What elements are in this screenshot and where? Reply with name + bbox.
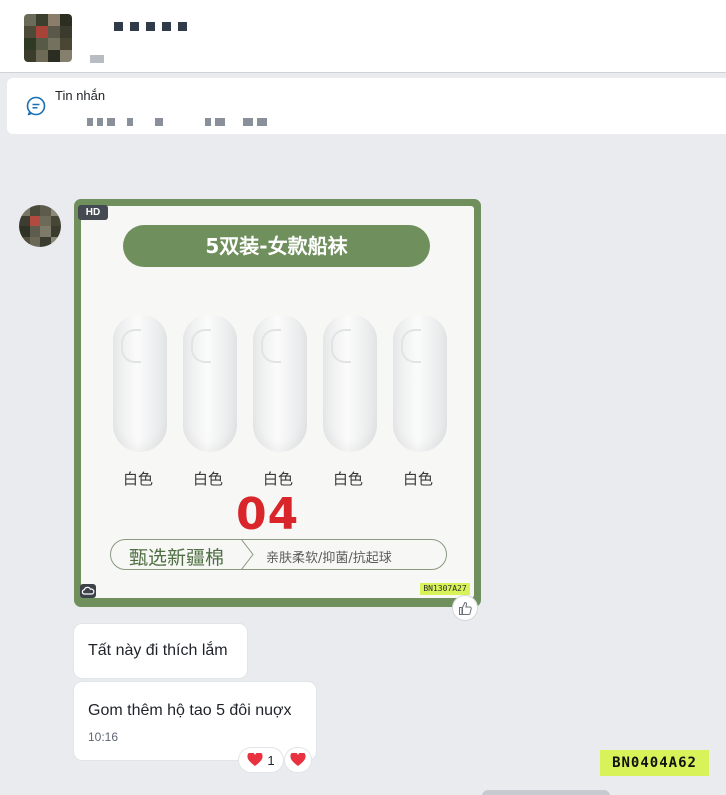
feature-banner: 甄选新疆棉 亲肤柔软/抑菌/抗起球 <box>110 539 447 570</box>
watermark-code: BN0404A62 <box>600 750 709 776</box>
product-image[interactable]: 5双装-女款船袜 白色 白色 白色 白色 白色 04 甄选新疆棉 亲肤柔软/抑菌… <box>81 206 474 598</box>
heart-icon <box>290 753 306 766</box>
pinned-title: Tin nhắn <box>55 88 106 103</box>
sock-label: 白色 <box>402 470 433 488</box>
sock-image <box>323 315 377 452</box>
sock-label: 白色 <box>122 470 153 488</box>
message-bubble[interactable]: Tất này đi thích lắm <box>74 624 247 678</box>
add-reaction-button[interactable] <box>285 748 311 772</box>
sock-label: 白色 <box>192 470 223 488</box>
sock-label: 白色 <box>332 470 363 488</box>
message-text: Gom thêm hộ tao 5 đôi nuợx <box>88 702 292 719</box>
like-button[interactable] <box>452 595 478 621</box>
sender-avatar[interactable] <box>19 205 61 247</box>
heart-icon <box>247 753 263 766</box>
sock-image <box>113 315 167 452</box>
pinned-preview-blurred <box>87 118 267 126</box>
pinned-message-bar[interactable]: Tin nhắn <box>7 78 726 134</box>
feature-right-text: 亲肤柔软/抑菌/抗起球 <box>266 551 392 566</box>
reaction-count: 1 <box>267 752 275 768</box>
message-time: 10:16 <box>88 730 119 744</box>
scroll-indicator[interactable] <box>482 790 610 795</box>
sock-label: 白色 <box>262 470 293 488</box>
sock-image <box>183 315 237 452</box>
contact-status-blurred <box>90 55 104 63</box>
message-circle-icon <box>26 96 46 116</box>
cloud-icon <box>80 584 96 598</box>
product-title: 5双装-女款船袜 <box>123 225 430 267</box>
message-bubble[interactable]: Gom thêm hộ tao 5 đôi nuợx 10:16 <box>74 682 316 760</box>
reaction-chip[interactable]: 1 <box>239 748 283 772</box>
sock-image <box>393 315 447 452</box>
image-message[interactable]: 5双装-女款船袜 白色 白色 白色 白色 白色 04 甄选新疆棉 亲肤柔软/抑菌… <box>74 199 481 607</box>
sock-image <box>253 315 307 452</box>
product-number: 04 <box>236 489 300 540</box>
chat-header <box>0 0 726 73</box>
hd-badge: HD <box>78 205 108 220</box>
chevron-right-icon <box>240 539 254 570</box>
contact-avatar[interactable] <box>24 14 72 62</box>
contact-name-blurred[interactable] <box>114 22 187 31</box>
thumbs-up-icon <box>459 601 472 615</box>
product-code: BN1307A27 <box>420 583 470 595</box>
feature-left-text: 甄选新疆棉 <box>129 547 225 569</box>
message-text: Tất này đi thích lắm <box>88 642 228 659</box>
